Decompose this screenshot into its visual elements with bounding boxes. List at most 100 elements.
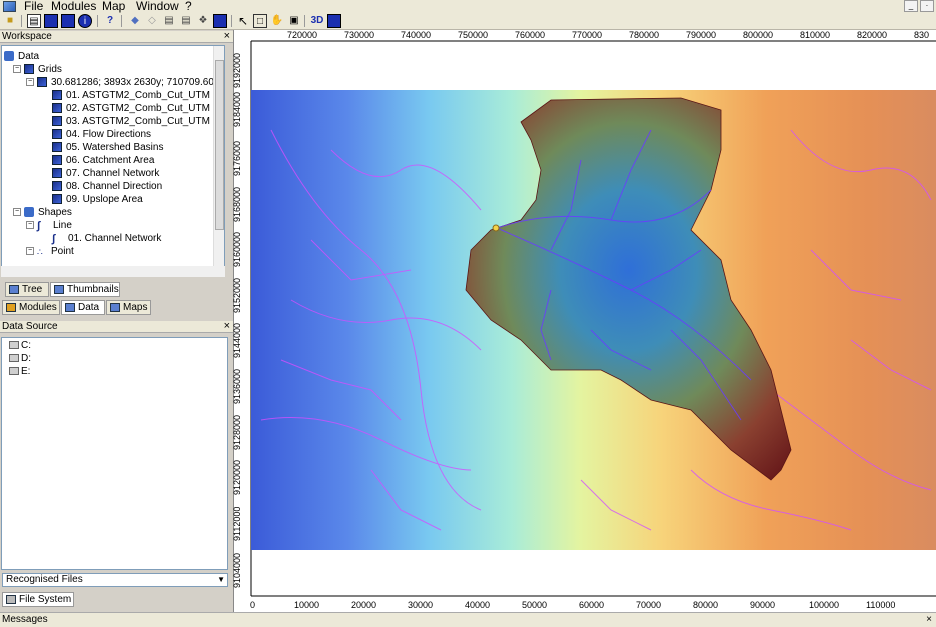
measure-icon[interactable]: ▣: [287, 14, 301, 28]
messages-title: Messages: [2, 614, 48, 625]
messages-toggle-icon[interactable]: [61, 14, 75, 28]
tree-horizontal-scrollbar[interactable]: [1, 266, 225, 277]
tree-item-grid[interactable]: 09. Upslope Area: [52, 194, 143, 206]
collapse-icon[interactable]: −: [26, 221, 34, 230]
tree-vertical-scrollbar[interactable]: [213, 46, 224, 266]
histogram-icon[interactable]: [327, 14, 341, 28]
file-filter-select[interactable]: Recognised Files ▼: [2, 573, 228, 587]
drive-icon: [9, 354, 19, 363]
x-tick-label: 0: [250, 600, 256, 610]
grids-icon: [24, 64, 34, 75]
messages-bar: Messages ×: [0, 612, 936, 627]
y-tick-label: 9192000: [232, 52, 242, 88]
tab-modules[interactable]: Modules: [2, 300, 60, 315]
modules-tab-icon: [6, 303, 16, 312]
help-icon[interactable]: ?: [103, 14, 117, 28]
thumbnails-tab-icon: [54, 285, 64, 294]
data-folder-icon: [4, 51, 14, 62]
overview-icon[interactable]: [213, 14, 227, 28]
dropdown-arrow-icon: ▼: [217, 575, 225, 584]
data-source-tabs: File System: [0, 592, 233, 609]
collapse-icon[interactable]: −: [26, 78, 34, 87]
collapse-icon[interactable]: −: [13, 208, 21, 217]
legend-icon[interactable]: ❖: [196, 14, 210, 28]
workspace-tree: Data − Grids −30.681286; 3893x 2630y; 710…: [1, 45, 225, 267]
layer-down-icon[interactable]: ◇: [145, 14, 159, 28]
menu-modules[interactable]: Modules: [51, 0, 96, 13]
y-tick-label: 9120000: [232, 459, 242, 495]
tree-node-shapes[interactable]: − Shapes: [13, 207, 72, 219]
outlet-point[interactable]: [492, 224, 500, 232]
x-tick-label: 100000: [809, 600, 840, 610]
tree-item-grid[interactable]: 08. Channel Direction: [52, 181, 162, 193]
grid-icon: [52, 155, 62, 166]
data-source-header: Data Source ×: [0, 320, 233, 333]
3d-view-icon[interactable]: 3D: [309, 14, 325, 28]
print-preview-icon[interactable]: ▤: [179, 14, 193, 28]
messages-close-button[interactable]: ×: [926, 613, 932, 627]
y-tick-label: 9128000: [232, 414, 242, 450]
app-icon: [3, 1, 16, 12]
tree-node-line[interactable]: − ∫ Line: [26, 220, 72, 232]
data-source-close-button[interactable]: ×: [224, 320, 230, 332]
x-tick-label: 110000: [866, 600, 896, 610]
toolbar: ■ ▤ i ? ◆ ◇ ▤ ▤ ❖ ↖ □ ✋ ▣ 3D: [0, 13, 936, 30]
collapse-icon[interactable]: −: [26, 247, 34, 256]
print-icon[interactable]: ▤: [162, 14, 176, 28]
info-icon[interactable]: i: [78, 14, 92, 28]
maps-tab-icon: [110, 303, 120, 312]
tab-data[interactable]: Data: [61, 300, 105, 315]
y-tick-label: 9104000: [232, 552, 242, 588]
grid-icon: [52, 142, 62, 153]
workspace-close-button[interactable]: ×: [224, 30, 230, 42]
pointer-icon[interactable]: ↖: [236, 14, 250, 28]
tree-node-point[interactable]: − ∴ Point: [26, 246, 74, 258]
workspace-toggle-icon[interactable]: ▤: [27, 14, 41, 28]
x-tick-label: 90000: [750, 600, 776, 610]
tree-item-grid[interactable]: 04. Flow Directions: [52, 129, 151, 141]
tree-item-shape[interactable]: ∫ 01. Channel Network: [52, 233, 161, 245]
tree-item-grid[interactable]: 02. ASTGTM2_Comb_Cut_UTM: [52, 103, 210, 115]
y-tick-label: 9160000: [232, 231, 242, 267]
tree-item-grid[interactable]: 06. Catchment Area: [52, 155, 154, 167]
layer-up-icon[interactable]: ◆: [128, 14, 142, 28]
window-controls: _ ·: [904, 0, 934, 12]
open-icon[interactable]: ■: [3, 14, 17, 28]
data-source-toggle-icon[interactable]: [44, 14, 58, 28]
tab-thumbnails[interactable]: Thumbnails: [50, 282, 120, 297]
drive-item[interactable]: E:: [9, 366, 30, 377]
drive-item[interactable]: C:: [9, 340, 31, 351]
elevation-raster[interactable]: [251, 90, 936, 550]
pan-icon[interactable]: ✋: [270, 14, 284, 28]
tree-node-data[interactable]: Data: [4, 51, 39, 63]
tree-item-grid[interactable]: 01. ASTGTM2_Comb_Cut_UTM: [52, 90, 210, 102]
x-tick-label: 20000: [351, 600, 377, 610]
menu-map[interactable]: Map: [102, 0, 125, 13]
zoom-icon[interactable]: □: [253, 14, 267, 28]
file-system-tab-icon: [6, 595, 16, 604]
restore-button[interactable]: ·: [920, 0, 934, 12]
tab-file-system[interactable]: File System: [2, 592, 74, 607]
point-shape-icon: ∴: [37, 247, 43, 258]
scroll-thumb[interactable]: [215, 60, 224, 230]
tree-item-grid[interactable]: 07. Channel Network: [52, 168, 159, 180]
collapse-icon[interactable]: −: [13, 65, 21, 74]
menu-file[interactable]: File: [24, 0, 43, 13]
menu-help[interactable]: ?: [185, 0, 192, 13]
tree-node-grids[interactable]: − Grids: [13, 64, 62, 76]
tree-item-grid[interactable]: 05. Watershed Basins: [52, 142, 163, 154]
x-tick-label: 40000: [465, 600, 491, 610]
drive-item[interactable]: D:: [9, 353, 31, 364]
grid-icon: [52, 116, 62, 127]
tree-node-system[interactable]: −30.681286; 3893x 2630y; 710709.609: [26, 77, 220, 89]
map-window[interactable]: 720000 730000 740000 750000 760000 77000…: [232, 30, 936, 612]
tree-item-grid[interactable]: 03. ASTGTM2_Comb_Cut_UTM [no: [52, 116, 224, 128]
tab-maps[interactable]: Maps: [106, 300, 151, 315]
grid-icon: [52, 181, 62, 192]
y-tick-label: 9144000: [232, 322, 242, 358]
line-shape-icon: ∫: [37, 220, 41, 233]
tab-tree[interactable]: Tree: [5, 282, 49, 297]
minimize-button[interactable]: _: [904, 0, 918, 12]
menu-window[interactable]: Window: [136, 0, 179, 13]
drive-icon: [9, 341, 19, 350]
